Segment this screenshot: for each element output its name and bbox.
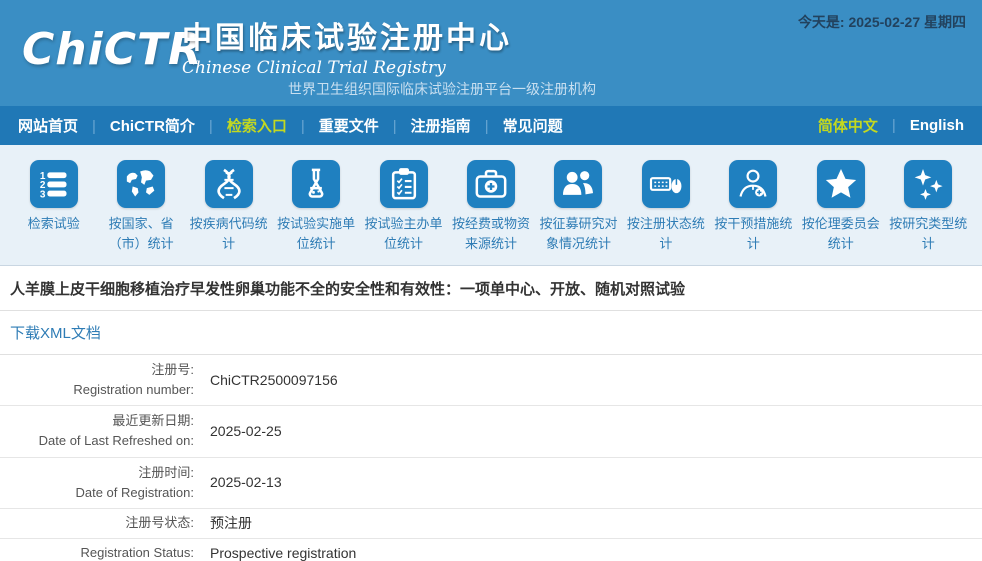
star-icon [817,160,865,208]
numbered-list-icon: 123 [30,160,78,208]
doctor-icon [729,160,777,208]
row-label: 注册号状态: [0,509,202,537]
svg-text:3: 3 [40,189,46,200]
row-label-english: Date of Registration: [0,483,194,503]
site-title-english: Chinese Clinical Trial Registry [182,58,512,78]
nav-item[interactable]: 网站首页 [18,115,78,136]
toolbar-item[interactable]: 按伦理委员会统计 [797,160,884,265]
row-label: 注册时间: Date of Registration: [0,458,202,508]
toolbar-item[interactable]: 按疾病代码统计 [185,160,272,265]
world-map-icon [117,160,165,208]
chictr-logo[interactable]: ChiCTR [22,24,203,75]
table-row: 注册时间: Date of Registration: 2025-02-13 [0,458,982,509]
row-label-chinese: 注册号: [0,360,194,380]
language-switch: 简体中文 English [818,115,964,136]
toolbar-item[interactable]: 按注册状态统计 [622,160,709,265]
sparkles-icon [904,160,952,208]
current-date: 今天是: 2025-02-27 星期四 [798,12,966,32]
nav-item[interactable]: ChiCTR简介 [78,115,195,136]
dna-icon [205,160,253,208]
toolbar-item[interactable]: 按国家、省（市）统计 [97,160,184,265]
row-label-chinese: 注册号状态: [0,513,194,533]
nav-item[interactable]: 重要文件 [287,115,379,136]
trial-title: 人羊膜上皮干细胞移植治疗早发性卵巢功能不全的安全性和有效性：一项单中心、开放、随… [0,266,982,311]
table-row: 最近更新日期: Date of Last Refreshed on: 2025-… [0,406,982,457]
toolbar-item-label: 按试验主办单位统计 [360,214,447,253]
trial-detail-table: 注册号: Registration number: ChiCTR25000971… [0,355,982,561]
row-label-chinese: 最近更新日期: [0,411,194,431]
who-registry-line: 世界卫生组织国际临床试验注册平台一级注册机构 [288,79,596,99]
toolbar-item[interactable]: 按经费或物资来源统计 [447,160,534,265]
people-icon [554,160,602,208]
toolbar-item[interactable]: 按干预措施统计 [710,160,797,265]
row-label: 注册号: Registration number: [0,355,202,405]
row-label-chinese: 注册时间: [0,463,194,483]
toolbar-item-label: 检索试验 [28,214,80,234]
toolbar-item[interactable]: 123 检索试验 [10,160,97,265]
download-row: 下载XML文档 [0,311,982,355]
toolbar-item-label: 按国家、省（市）统计 [97,214,184,253]
toolbar-item-label: 按疾病代码统计 [185,214,272,253]
clipboard-icon [380,160,428,208]
site-header: ChiCTR 中国临床试验注册中心 Chinese Clinical Trial… [0,0,982,106]
nav-menu: 网站首页 ChiCTR简介 检索入口 重要文件 注册指南 常见问题 [18,115,563,136]
row-label-english: Registration number: [0,380,194,400]
toolbar-item-label: 按试验实施单位统计 [272,214,359,253]
nav-item[interactable]: 常见问题 [471,115,563,136]
row-value: 预注册 [202,509,252,538]
toolbar-item-label: 按伦理委员会统计 [797,214,884,253]
row-value: Prospective registration [202,539,356,561]
toolbar-item[interactable]: 按试验实施单位统计 [272,160,359,265]
table-row: Registration Status: Prospective registr… [0,539,982,561]
statistics-toolbar: 123 检索试验 按国家、省（市）统计 按疾病代码统计 按试验实施单位统计 按试… [0,145,982,266]
row-label: Registration Status: [0,539,202,561]
row-label: 最近更新日期: Date of Last Refreshed on: [0,406,202,456]
row-value: 2025-02-25 [202,417,282,446]
trial-detail-panel: 人羊膜上皮干细胞移植治疗早发性卵巢功能不全的安全性和有效性：一项单中心、开放、随… [0,266,982,561]
download-xml-link[interactable]: 下载XML文档 [10,325,101,342]
toolbar-item-label: 按经费或物资来源统计 [447,214,534,253]
toolbar-item-label: 按征募研究对象情况统计 [535,214,622,253]
medical-bag-icon [467,160,515,208]
table-row: 注册号: Registration number: ChiCTR25000971… [0,355,982,406]
flask-icon [292,160,340,208]
toolbar-item-label: 按干预措施统计 [710,214,797,253]
row-label-english: Date of Last Refreshed on: [0,431,194,451]
language-option[interactable]: English [878,117,964,134]
site-title-chinese: 中国临床试验注册中心 [182,13,512,57]
keyboard-mouse-icon [642,160,690,208]
site-title-block: 中国临床试验注册中心 Chinese Clinical Trial Regist… [182,13,512,78]
row-value: ChiCTR2500097156 [202,366,338,395]
toolbar-item-label: 按研究类型统计 [885,214,972,253]
row-value: 2025-02-13 [202,468,282,497]
main-nav: 网站首页 ChiCTR简介 检索入口 重要文件 注册指南 常见问题 简体中文 E… [0,106,982,145]
nav-item[interactable]: 注册指南 [379,115,471,136]
toolbar-item[interactable]: 按征募研究对象情况统计 [535,160,622,265]
toolbar-item[interactable]: 按试验主办单位统计 [360,160,447,265]
row-label-english: Registration Status: [0,543,194,561]
language-option[interactable]: 简体中文 [818,115,878,136]
toolbar-item-label: 按注册状态统计 [622,214,709,253]
nav-item[interactable]: 检索入口 [195,115,287,136]
table-row: 注册号状态: 预注册 [0,509,982,539]
toolbar-item[interactable]: 按研究类型统计 [885,160,972,265]
